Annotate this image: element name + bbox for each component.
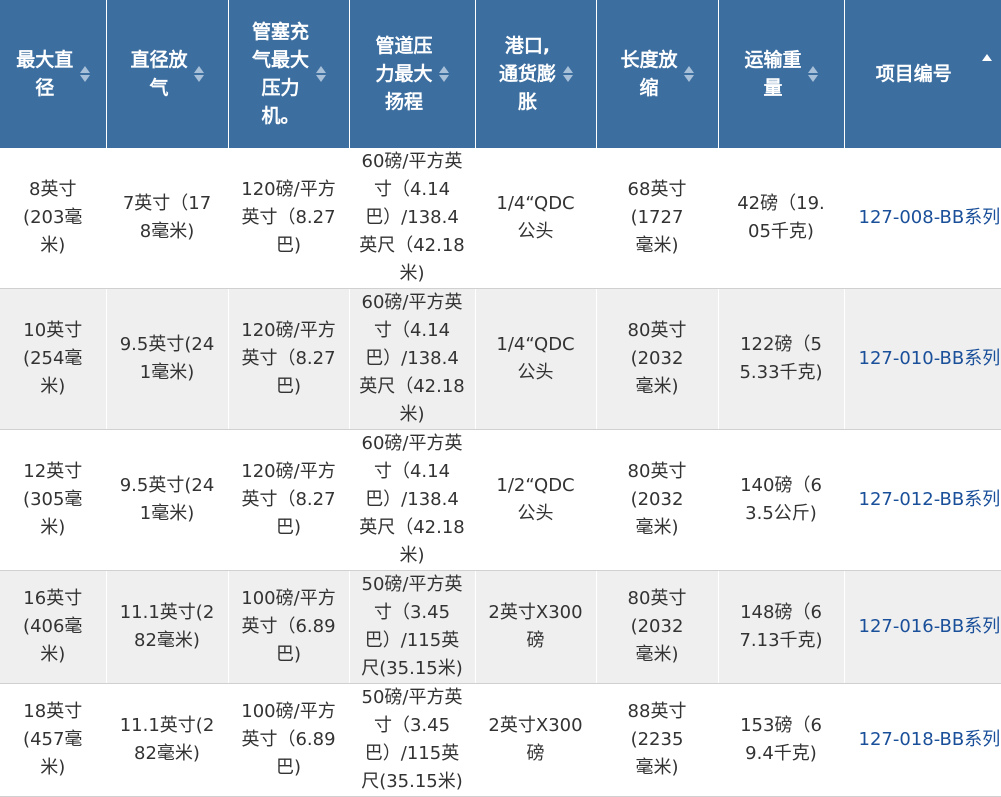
cell-deflated-diameter: 9.5英寸(241毫米) [106,288,229,430]
cell-max-inflation-pressure: 100磅/平方英寸（6.89巴) [228,683,350,797]
cell-deflated-diameter: 11.1英寸(282毫米) [106,570,229,684]
sort-arrows-icon[interactable] [562,66,573,82]
item-number-link[interactable]: 127-010-BB系列 [844,288,1001,430]
header-label: 港口,通货膨胀 [498,35,556,113]
item-number-link[interactable]: 127-016-BB系列 [844,570,1001,684]
cell-max-diameter: 10英寸(254毫米) [0,288,107,430]
cell-shipping-weight: 153磅（69.4千克) [718,683,845,797]
cell-inflation-port: 2英寸X300磅 [475,570,597,684]
header-max-inflation-pressure[interactable]: 管塞充气最大压力机。 [228,0,350,148]
sort-arrows-icon[interactable] [315,66,326,82]
header-max-diameter[interactable]: 最大直径 [0,0,107,148]
header-shipping-weight[interactable]: 运输重量 [718,0,845,148]
cell-inflation-port: 1/4“QDC公头 [475,148,597,289]
header-label: 长度放缩 [620,49,678,99]
header-label: 项目编号 [875,63,952,85]
table-row: 10英寸(254毫米) 9.5英寸(241毫米) 120磅/平方英寸（8.27巴… [0,288,1001,430]
item-number-link[interactable]: 127-012-BB系列 [844,429,1001,571]
table-header: 最大直径 直径放气 管塞充气最大压力机。 管道压力最大扬程 港口,通货膨胀 长度… [0,0,1001,148]
header-label: 管塞充气最大压力机。 [251,21,309,127]
sort-arrows-icon[interactable] [194,66,204,82]
cell-deflated-length: 80英寸(2032毫米) [596,429,719,571]
cell-deflated-length: 88英寸(2235毫米) [596,683,719,797]
header-label: 直径放气 [130,49,188,99]
table-body: 8英寸(203毫米) 7英寸（178毫米) 120磅/平方英寸（8.27巴) 6… [0,148,1001,797]
cell-inflation-port: 1/2“QDC公头 [475,429,597,571]
cell-inflation-port: 2英寸X300磅 [475,683,597,797]
cell-max-inflation-pressure: 120磅/平方英寸（8.27巴) [228,429,350,571]
header-item-number[interactable]: 项目编号 [844,0,1001,148]
cell-deflated-length: 80英寸(2032毫米) [596,288,719,430]
cell-max-pipe-pressure-head: 60磅/平方英寸（4.14巴）/138.4英尺（42.18米) [349,148,476,289]
cell-max-pipe-pressure-head: 60磅/平方英寸（4.14巴）/138.4英尺（42.18米) [349,288,476,430]
header-max-pipe-pressure-head[interactable]: 管道压力最大扬程 [349,0,476,148]
cell-max-diameter: 18英寸(457毫米) [0,683,107,797]
sort-arrows-icon[interactable] [808,66,818,82]
item-number-link[interactable]: 127-008-BB系列 [844,148,1001,289]
header-inflation-port[interactable]: 港口,通货膨胀 [475,0,597,148]
cell-max-pipe-pressure-head: 60磅/平方英寸（4.14巴）/138.4英尺（42.18米) [349,429,476,571]
cell-max-diameter: 16英寸(406毫米) [0,570,107,684]
cell-max-pipe-pressure-head: 50磅/平方英寸（3.45巴）/115英尺(35.15米) [349,683,476,797]
header-row: 最大直径 直径放气 管塞充气最大压力机。 管道压力最大扬程 港口,通货膨胀 长度… [0,0,1001,148]
cell-deflated-diameter: 7英寸（178毫米) [106,148,229,289]
cell-max-diameter: 8英寸(203毫米) [0,148,107,289]
cell-max-inflation-pressure: 120磅/平方英寸（8.27巴) [228,288,350,430]
table-row: 16英寸(406毫米) 11.1英寸(282毫米) 100磅/平方英寸（6.89… [0,570,1001,684]
spec-table: 最大直径 直径放气 管塞充气最大压力机。 管道压力最大扬程 港口,通货膨胀 长度… [0,0,1001,797]
cell-max-pipe-pressure-head: 50磅/平方英寸（3.45巴）/115英尺(35.15米) [349,570,476,684]
header-label: 最大直径 [16,49,74,99]
cell-deflated-length: 80英寸(2032毫米) [596,570,719,684]
header-label: 运输重量 [744,49,802,99]
sort-arrows-icon[interactable] [439,66,449,82]
cell-max-diameter: 12英寸(305毫米) [0,429,107,571]
table-row: 18英寸(457毫米) 11.1英寸(282毫米) 100磅/平方英寸（6.89… [0,683,1001,797]
item-number-link[interactable]: 127-018-BB系列 [844,683,1001,797]
cell-shipping-weight: 122磅（55.33千克) [718,288,845,430]
cell-max-inflation-pressure: 120磅/平方英寸（8.27巴) [228,148,350,289]
cell-inflation-port: 1/4“QDC公头 [475,288,597,430]
cell-shipping-weight: 140磅（63.5公斤) [718,429,845,571]
sort-arrows-icon[interactable] [79,66,90,82]
table-row: 12英寸(305毫米) 9.5英寸(241毫米) 120磅/平方英寸（8.27巴… [0,429,1001,571]
header-deflated-length[interactable]: 长度放缩 [596,0,719,148]
cell-deflated-diameter: 11.1英寸(282毫米) [106,683,229,797]
sort-ascending-icon[interactable] [981,54,992,63]
cell-deflated-diameter: 9.5英寸(241毫米) [106,429,229,571]
sort-arrows-icon[interactable] [684,66,694,82]
header-label: 管道压力最大扬程 [375,35,433,113]
header-deflated-diameter[interactable]: 直径放气 [106,0,229,148]
cell-shipping-weight: 42磅（19.05千克) [718,148,845,289]
cell-deflated-length: 68英寸(1727毫米) [596,148,719,289]
table-row: 8英寸(203毫米) 7英寸（178毫米) 120磅/平方英寸（8.27巴) 6… [0,148,1001,289]
cell-max-inflation-pressure: 100磅/平方英寸（6.89巴) [228,570,350,684]
cell-shipping-weight: 148磅（67.13千克) [718,570,845,684]
